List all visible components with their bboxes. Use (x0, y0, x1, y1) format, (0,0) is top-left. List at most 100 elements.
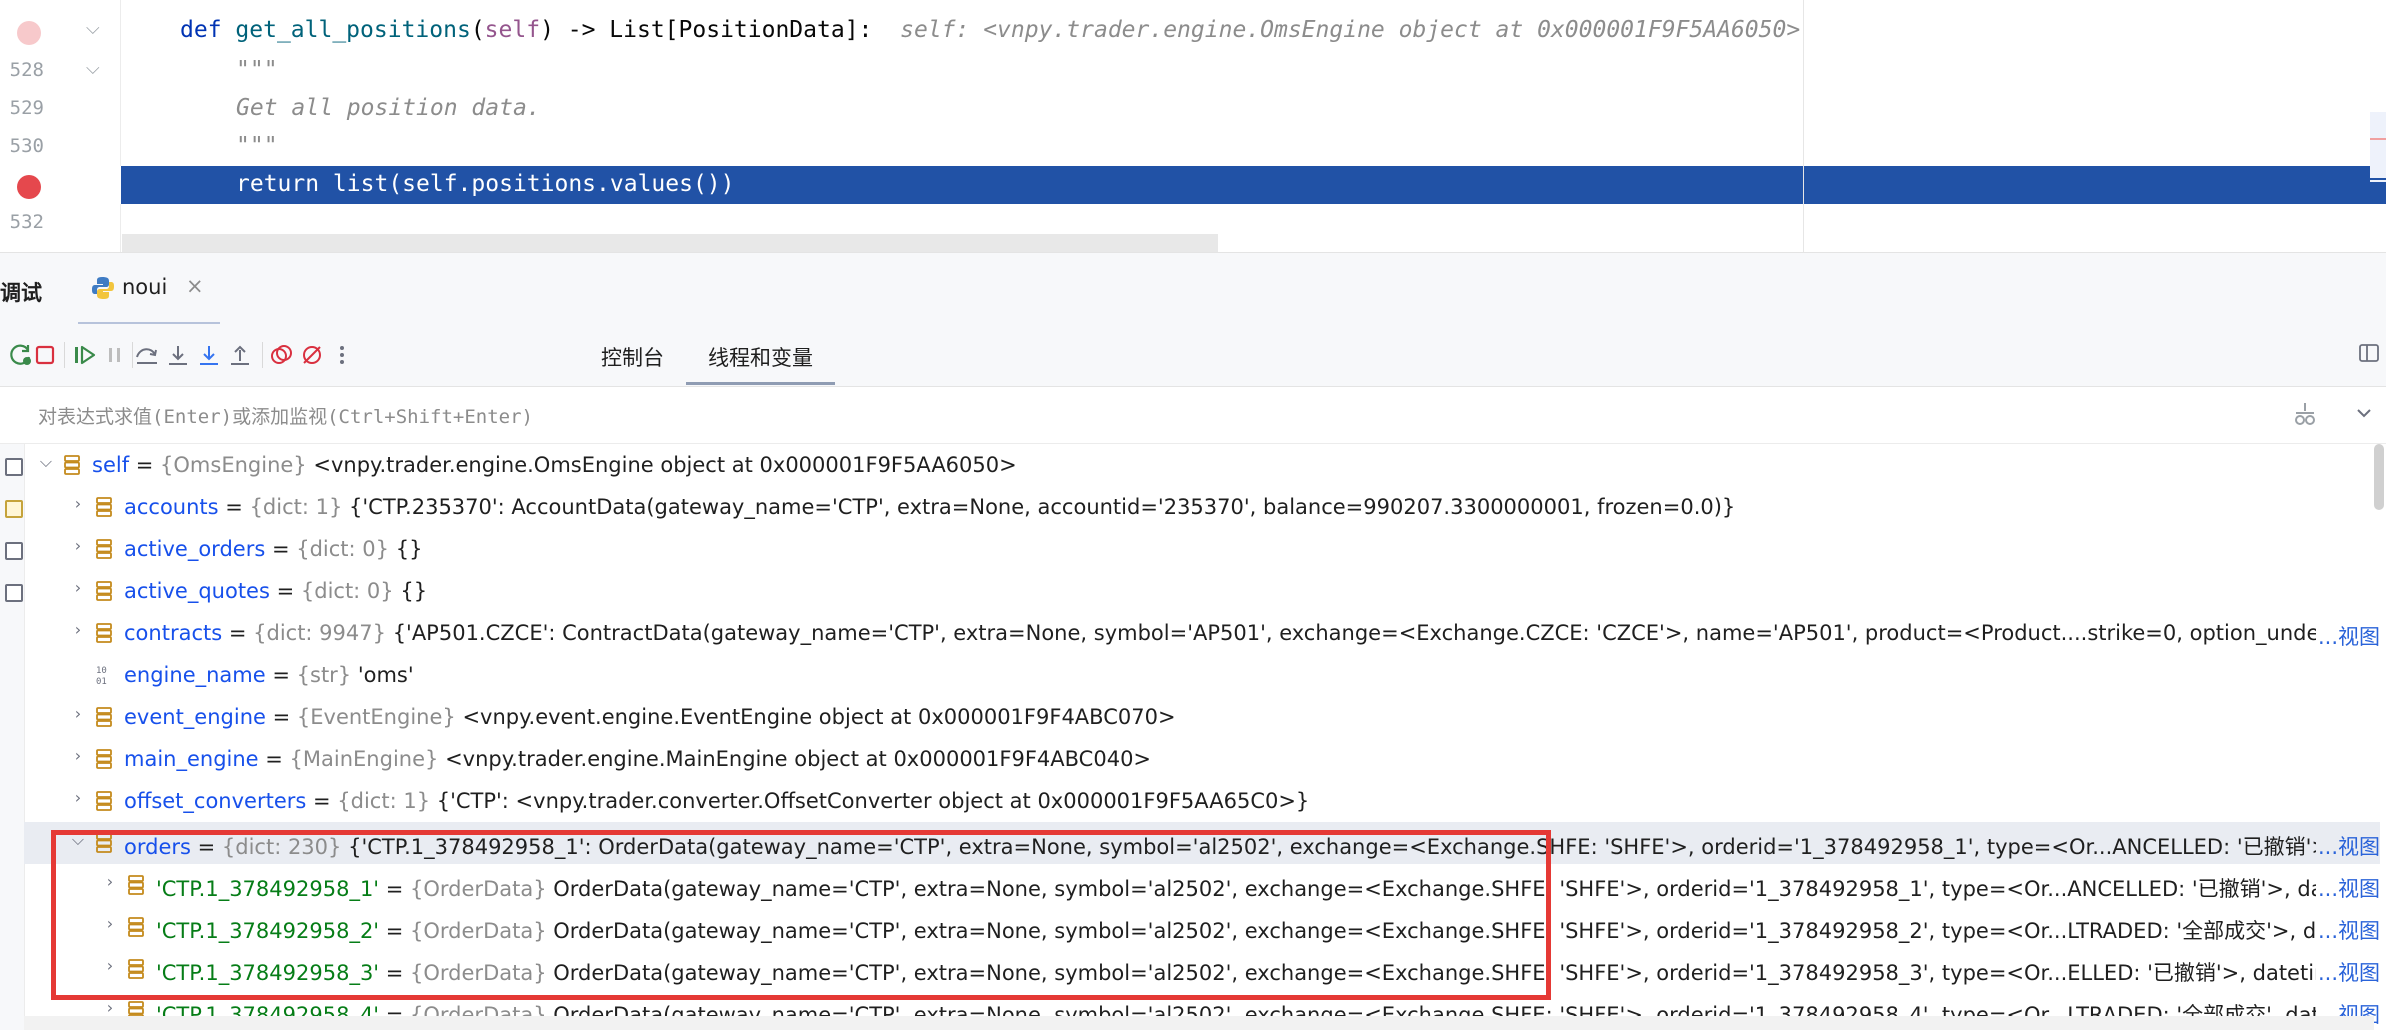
variable-text: active_quotes = {dict: 0} {} (124, 579, 427, 603)
variable-row[interactable]: › contracts = {dict: 9947} {'AP501.CZCE':… (24, 612, 2380, 654)
chevron-right-icon[interactable]: › (68, 578, 88, 597)
variable-name: 'CTP.1_378492958_1' (156, 877, 380, 901)
variable-row[interactable]: › 'CTP.1_378492958_2' = {OrderData} Order… (24, 906, 2380, 948)
code-line-528[interactable]: 528 ⌵ """ (0, 52, 2386, 90)
chevron-right-icon[interactable]: › (68, 494, 88, 513)
evaluate-expression-input[interactable]: 对表达式求值(Enter)或添加监视(Ctrl+Shift+Enter) (38, 402, 533, 429)
view-link[interactable]: ...视图 (2315, 957, 2380, 987)
chevron-right-icon[interactable]: › (68, 620, 88, 639)
step-over-icon[interactable] (132, 340, 162, 370)
field-icon (94, 538, 114, 560)
def-keyword: def (180, 17, 222, 43)
stop-icon[interactable] (30, 340, 60, 370)
equals-sign: = (129, 453, 161, 477)
fold-chevron-icon[interactable]: ⌵ (86, 18, 100, 39)
code-line-530[interactable]: 530 """ (0, 128, 2386, 166)
variable-text: orders = {dict: 230} {'CTP.1_378492958_1… (124, 831, 2380, 861)
variable-type: {dict: 0} (296, 537, 390, 561)
breakpoint-disabled-icon[interactable] (17, 21, 41, 45)
frame-icon[interactable] (5, 542, 23, 560)
code-line-529[interactable]: 529 Get all position data. (0, 90, 2386, 128)
close-icon[interactable]: × (186, 274, 204, 298)
view-link[interactable]: ...视图 (2315, 831, 2380, 861)
variable-row[interactable]: › offset_converters = {dict: 1} {'CTP': <… (24, 780, 2380, 822)
variables-vertical-scrollbar[interactable] (2374, 444, 2384, 510)
tab-threads-variables[interactable]: 线程和变量 (686, 338, 835, 385)
variable-row[interactable]: ⌵ self = {OmsEngine} <vnpy.trader.engine.… (24, 444, 2380, 486)
chevron-right-icon[interactable]: › (100, 956, 120, 975)
step-into-my-code-icon[interactable] (194, 340, 224, 370)
variable-type: {dict: 9947} (253, 621, 386, 645)
breakpoint-icon[interactable] (17, 175, 41, 199)
variable-row[interactable]: ⌵ orders = {dict: 230} {'CTP.1_378492958_… (24, 822, 2380, 864)
chevron-right-icon[interactable]: › (68, 788, 88, 807)
field-icon (94, 622, 114, 644)
chevron-right-icon[interactable]: › (100, 872, 120, 891)
variable-row[interactable]: 10 01 engine_name = {str} 'oms' (24, 654, 2380, 696)
more-options-icon[interactable] (327, 340, 357, 370)
variable-text: self = {OmsEngine} <vnpy.trader.engine.O… (92, 453, 1017, 477)
variable-name: accounts (124, 495, 219, 519)
tab-console[interactable]: 控制台 (601, 338, 664, 384)
frame-icon[interactable] (5, 500, 23, 518)
frame-icon[interactable] (5, 458, 23, 476)
field-icon (62, 454, 82, 476)
variable-type: {dict: 230} (221, 835, 342, 859)
code-text: def get_all_positions(self) -> List[Posi… (180, 17, 1800, 43)
code-editor[interactable]: ⌵ def get_all_positions(self) -> List[Po… (0, 0, 2386, 252)
chevron-right-icon[interactable]: › (68, 536, 88, 555)
view-breakpoints-icon[interactable] (267, 340, 297, 370)
debug-tool-title: 调试 (0, 281, 42, 305)
stripe-mark[interactable] (2370, 138, 2386, 140)
python-icon (92, 277, 114, 299)
variable-value: <vnpy.event.engine.EventEngine object at… (462, 705, 1176, 729)
variable-text: 'CTP.1_378492958_2' = {OrderData} OrderD… (156, 915, 2380, 945)
layout-settings-icon[interactable] (2358, 342, 2380, 368)
resume-icon[interactable] (70, 340, 100, 370)
variables-tree[interactable]: ⌵ self = {OmsEngine} <vnpy.trader.engine.… (0, 444, 2386, 1030)
variable-row[interactable]: › active_quotes = {dict: 0} {} (24, 570, 2380, 612)
equals-sign: = (379, 919, 411, 943)
variable-type: {MainEngine} (289, 747, 439, 771)
variable-row[interactable]: › 'CTP.1_378492958_3' = {OrderData} Order… (24, 948, 2380, 990)
code-text: """ (236, 133, 278, 159)
editor-horizontal-scrollbar[interactable] (122, 234, 1218, 252)
chevron-down-icon[interactable] (2354, 403, 2374, 427)
chevron-right-icon[interactable]: › (68, 704, 88, 723)
stripe-mark[interactable] (2370, 178, 2386, 180)
mute-breakpoints-icon[interactable] (297, 340, 327, 370)
variable-row[interactable]: › main_engine = {MainEngine} <vnpy.trader… (24, 738, 2380, 780)
variable-type: {str} (296, 663, 352, 687)
equals-sign: = (379, 961, 411, 985)
field-icon (94, 580, 114, 602)
fold-chevron-icon[interactable]: ⌵ (86, 58, 100, 79)
step-into-icon[interactable] (163, 340, 193, 370)
variables-horizontal-scrollbar[interactable] (24, 1016, 2374, 1030)
debug-toolbar: 控制台 线程和变量 (0, 324, 2386, 387)
editor-error-stripe[interactable] (2370, 112, 2386, 182)
variable-row[interactable]: › active_orders = {dict: 0} {} (24, 528, 2380, 570)
chevron-right-icon[interactable]: › (68, 746, 88, 765)
code-line-current[interactable]: return list(self.positions.values()) (0, 166, 2386, 204)
variable-row[interactable]: › 'CTP.1_378492958_1' = {OrderData} Order… (24, 864, 2380, 906)
frame-icon[interactable] (5, 584, 23, 602)
code-text: return list(self.positions.values()) (236, 171, 735, 197)
session-tab-noui[interactable]: noui × (78, 253, 220, 325)
string-icon: 10 01 (94, 664, 114, 687)
pause-icon[interactable] (100, 340, 130, 370)
chevron-down-icon[interactable]: ⌵ (36, 452, 56, 472)
evaluate-expression-bar[interactable]: 对表达式求值(Enter)或添加监视(Ctrl+Shift+Enter) (0, 387, 2386, 444)
view-link[interactable]: ...视图 (2315, 915, 2380, 945)
chevron-right-icon[interactable]: › (100, 998, 120, 1017)
chevron-right-icon[interactable]: › (100, 914, 120, 933)
variable-row[interactable]: › accounts = {dict: 1} {'CTP.235370': Acc… (24, 486, 2380, 528)
variable-row[interactable]: › event_engine = {EventEngine} <vnpy.even… (24, 696, 2380, 738)
view-link[interactable]: ...视图 (2315, 621, 2380, 651)
chevron-down-icon[interactable]: ⌵ (68, 830, 88, 850)
step-out-icon[interactable] (225, 340, 255, 370)
code-line-def[interactable]: ⌵ def get_all_positions(self) -> List[Po… (0, 12, 2386, 50)
variable-value: {'CTP.1_378492958_1': OrderData(gateway_… (348, 835, 2380, 859)
view-link[interactable]: ...视图 (2315, 873, 2380, 903)
add-watch-icon[interactable] (2292, 401, 2318, 431)
equals-sign: = (306, 789, 338, 813)
